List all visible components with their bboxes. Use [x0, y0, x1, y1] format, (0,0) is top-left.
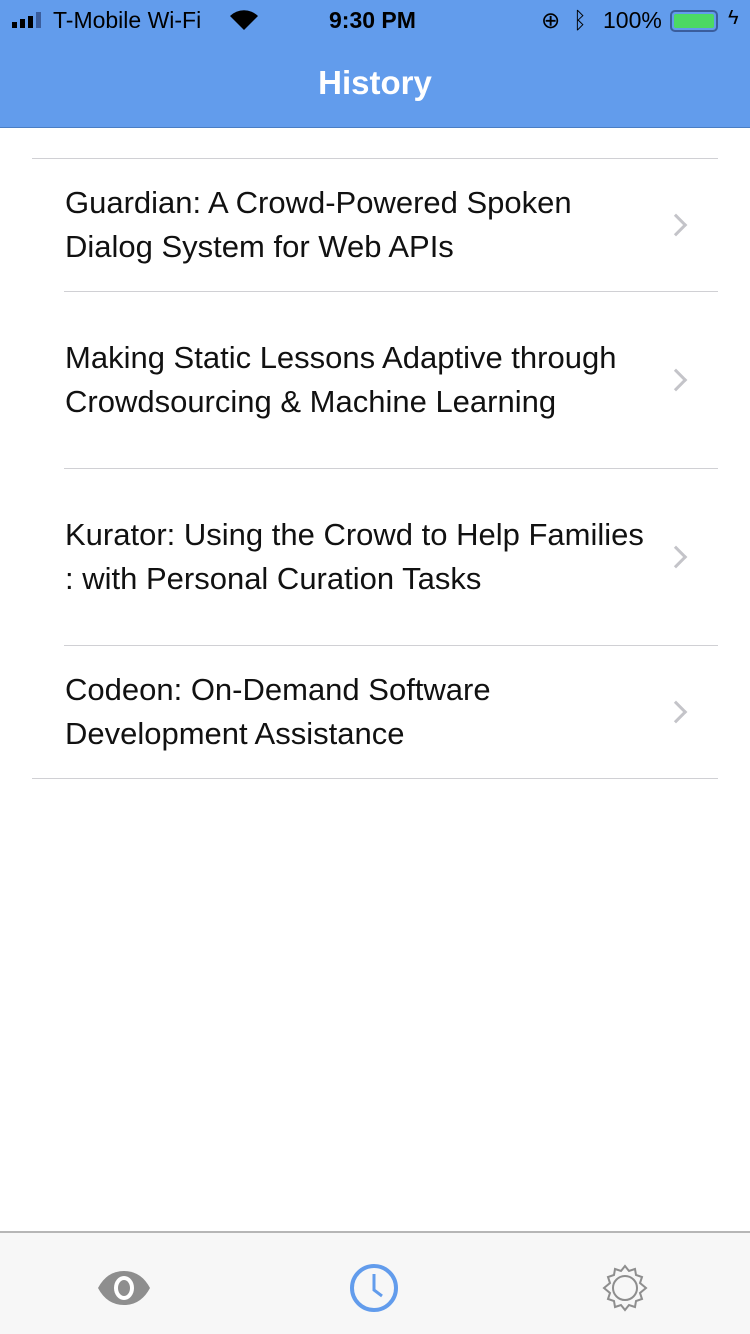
- battery-percent: 100%: [603, 7, 662, 33]
- tab-watch[interactable]: [96, 1263, 152, 1313]
- clock-time: 9:30 PM: [329, 7, 416, 33]
- chevron-right-icon: [664, 545, 688, 569]
- item-title: Guardian: A Crowd-Powered Spoken Dialog …: [65, 185, 572, 264]
- item-title: Codeon: On-Demand Software Development A…: [65, 672, 491, 751]
- charging-icon: ϟ: [728, 7, 739, 29]
- list-item[interactable]: Making Static Lessons Adaptive through C…: [0, 292, 750, 468]
- divider: [32, 778, 718, 779]
- page-title: History: [318, 64, 432, 101]
- list-item[interactable]: Kurator: Using the Crowd to Help Familie…: [0, 469, 750, 645]
- gear-icon: [602, 1264, 648, 1312]
- chevron-right-icon: [664, 368, 688, 392]
- chevron-right-icon: [664, 700, 688, 724]
- tab-history[interactable]: [346, 1263, 402, 1313]
- signal-icon: [12, 12, 41, 28]
- list-item[interactable]: Codeon: On-Demand Software Development A…: [0, 646, 750, 778]
- bluetooth-icon: ᛒ: [573, 7, 587, 33]
- wifi-icon: [230, 10, 258, 30]
- item-title: Making Static Lessons Adaptive through C…: [65, 340, 617, 419]
- status-bar: T-Mobile Wi-Fi 9:30 PM ⊕ ᛒ 100% ϟ: [0, 0, 750, 40]
- nav-header: T-Mobile Wi-Fi 9:30 PM ⊕ ᛒ 100% ϟ Histor…: [0, 0, 750, 128]
- carrier: T-Mobile Wi-Fi: [53, 7, 202, 33]
- clock-icon: [350, 1264, 398, 1312]
- chevron-right-icon: [664, 213, 688, 237]
- battery-icon: [670, 10, 718, 32]
- tab-settings[interactable]: [597, 1263, 653, 1313]
- item-title: Kurator: Using the Crowd to Help Familie…: [65, 517, 644, 596]
- tab-bar: [0, 1231, 750, 1334]
- list-item[interactable]: Guardian: A Crowd-Powered Spoken Dialog …: [0, 159, 750, 291]
- eye-icon: [98, 1271, 150, 1305]
- rotation-lock-icon: ⊕: [541, 7, 561, 33]
